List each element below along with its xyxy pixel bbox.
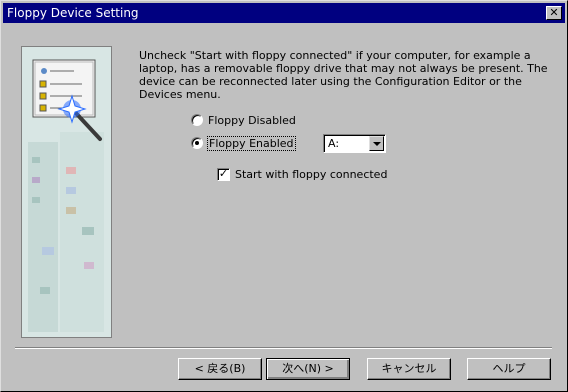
description-text: Uncheck "Start with floppy connected" if… bbox=[139, 49, 548, 101]
radio-button[interactable] bbox=[191, 137, 203, 149]
floppy-enabled-radio[interactable]: Floppy Enabled bbox=[191, 135, 296, 151]
next-button[interactable]: 次へ(N) > bbox=[266, 358, 350, 380]
chevron-down-icon[interactable] bbox=[369, 136, 384, 151]
wizard-art bbox=[21, 46, 112, 338]
drive-letter-select[interactable]: A: bbox=[323, 134, 386, 153]
radio-button[interactable] bbox=[191, 114, 203, 126]
help-button[interactable]: ヘルプ bbox=[467, 358, 551, 380]
floppy-disabled-radio[interactable]: Floppy Disabled bbox=[191, 112, 296, 128]
floppy-enabled-label: Floppy Enabled bbox=[207, 135, 296, 151]
start-connected-option[interactable]: ✓ Start with floppy connected bbox=[217, 168, 387, 181]
dialog-window: Floppy Device Setting ✕ Uncheck "Start w… bbox=[0, 0, 568, 392]
window-title: Floppy Device Setting bbox=[7, 6, 139, 20]
start-connected-label: Start with floppy connected bbox=[235, 168, 388, 181]
drive-letter-value: A: bbox=[328, 137, 340, 150]
start-connected-checkbox[interactable]: ✓ bbox=[217, 168, 230, 181]
cancel-button[interactable]: キャンセル bbox=[367, 358, 451, 380]
close-button[interactable]: ✕ bbox=[546, 6, 562, 20]
radio-selected-dot bbox=[195, 141, 199, 145]
close-icon: ✕ bbox=[549, 6, 559, 19]
button-separator bbox=[15, 347, 552, 349]
title-bar[interactable]: Floppy Device Setting ✕ bbox=[3, 3, 565, 23]
back-button[interactable]: < 戻る(B) bbox=[178, 358, 262, 380]
wizard-art-icon bbox=[22, 47, 111, 337]
floppy-disabled-label: Floppy Disabled bbox=[208, 113, 296, 127]
